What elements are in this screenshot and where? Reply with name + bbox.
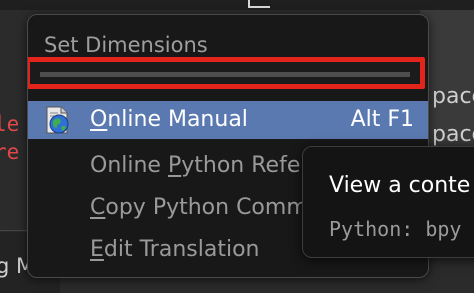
shortcut-label: Alt F1 (350, 107, 414, 132)
background-code: le re (0, 100, 30, 170)
header-notch (248, 0, 270, 8)
annotation-highlight-box (28, 57, 425, 89)
tooltip: View a conte Python: bpy (302, 146, 474, 258)
menu-separator (40, 72, 410, 77)
tooltip-python-path: Python: bpy (329, 217, 462, 241)
menu-item-label: Edit Translation (90, 237, 260, 262)
manual-globe-icon (42, 105, 72, 135)
panel-row: pace (432, 122, 474, 147)
menu-item-label: Online Manual (90, 107, 248, 132)
tooltip-description: View a conte (329, 173, 471, 198)
code-line: re (0, 140, 20, 164)
menu-item-online-manual[interactable]: Online Manual Alt F1 (28, 101, 428, 139)
panel-row: pace (432, 84, 474, 109)
code-line: le (0, 112, 20, 136)
header-bar (0, 0, 474, 10)
menu-title: Set Dimensions (44, 33, 208, 57)
